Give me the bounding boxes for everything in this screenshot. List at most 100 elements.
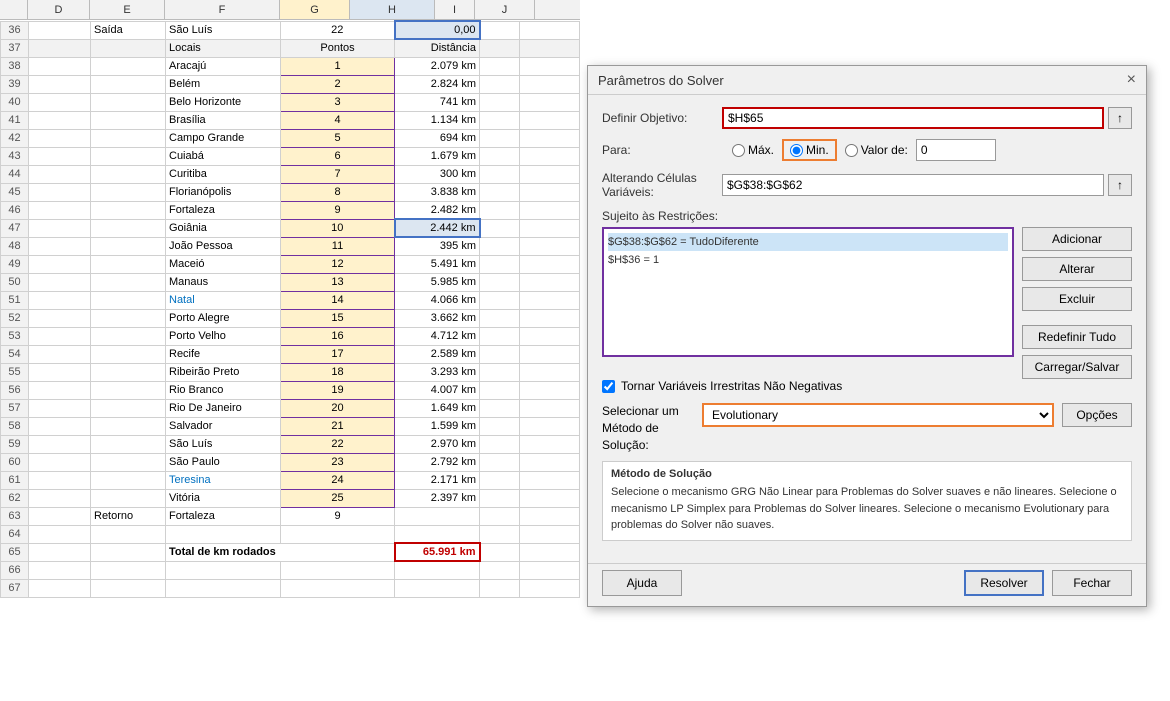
cell-j[interactable] xyxy=(520,39,580,57)
cell-d[interactable] xyxy=(29,435,91,453)
cell-j[interactable] xyxy=(520,93,580,111)
alterando-input[interactable] xyxy=(722,174,1104,196)
cell-j[interactable] xyxy=(520,111,580,129)
cell-e[interactable] xyxy=(91,345,166,363)
cell-f[interactable]: São Luís xyxy=(166,21,281,39)
cell-j[interactable] xyxy=(520,543,580,561)
cell-i[interactable] xyxy=(480,345,520,363)
cell-g[interactable]: 15 xyxy=(281,309,395,327)
cell-e[interactable] xyxy=(91,399,166,417)
cell-d[interactable] xyxy=(29,309,91,327)
cell-h[interactable]: Distância xyxy=(395,39,480,57)
cell-h[interactable]: 2.171 km xyxy=(395,471,480,489)
cell-e[interactable] xyxy=(91,219,166,237)
cell-e[interactable] xyxy=(91,57,166,75)
cell-d[interactable] xyxy=(29,489,91,507)
cell-h[interactable]: 2.079 km xyxy=(395,57,480,75)
cell-g[interactable] xyxy=(281,561,395,579)
cell-f[interactable]: Locais xyxy=(166,39,281,57)
close-button[interactable]: × xyxy=(1127,72,1136,88)
cell-i[interactable] xyxy=(480,183,520,201)
cell-e[interactable] xyxy=(91,201,166,219)
constraint-item-0[interactable]: $G$38:$G$62 = TudoDiferente xyxy=(608,233,1008,251)
cell-d[interactable] xyxy=(29,345,91,363)
cell-e[interactable] xyxy=(91,579,166,597)
cell-f[interactable]: Fortaleza xyxy=(166,507,281,525)
cell-i[interactable] xyxy=(480,201,520,219)
cell-e[interactable] xyxy=(91,471,166,489)
cell-f[interactable]: Curitiba xyxy=(166,165,281,183)
cell-h[interactable]: 3.293 km xyxy=(395,363,480,381)
cell-e[interactable] xyxy=(91,165,166,183)
cell-h[interactable] xyxy=(395,579,480,597)
opcoes-button[interactable]: Opções xyxy=(1062,403,1132,427)
cell-f[interactable]: Fortaleza xyxy=(166,201,281,219)
constraint-item-1[interactable]: $H$36 = 1 xyxy=(608,254,659,266)
cell-i[interactable] xyxy=(480,21,520,39)
cell-h[interactable]: 1.134 km xyxy=(395,111,480,129)
cell-f[interactable]: Brasília xyxy=(166,111,281,129)
cell-e[interactable] xyxy=(91,75,166,93)
cell-e[interactable]: Saída xyxy=(91,21,166,39)
cell-f[interactable]: Porto Alegre xyxy=(166,309,281,327)
cell-j[interactable] xyxy=(520,525,580,543)
cell-d[interactable] xyxy=(29,75,91,93)
ajuda-button[interactable]: Ajuda xyxy=(602,570,682,596)
cell-j[interactable] xyxy=(520,489,580,507)
cell-d[interactable] xyxy=(29,507,91,525)
cell-d[interactable] xyxy=(29,255,91,273)
cell-f[interactable]: Florianópolis xyxy=(166,183,281,201)
cell-e[interactable] xyxy=(91,435,166,453)
cell-f[interactable]: Salvador xyxy=(166,417,281,435)
cell-h[interactable] xyxy=(395,561,480,579)
cell-i[interactable] xyxy=(480,543,520,561)
cell-i[interactable] xyxy=(480,399,520,417)
radio-max-label[interactable]: Máx. xyxy=(732,143,774,157)
cell-i[interactable] xyxy=(480,561,520,579)
constraints-box[interactable]: $G$38:$G$62 = TudoDiferente $H$36 = 1 xyxy=(602,227,1014,357)
cell-d[interactable] xyxy=(29,399,91,417)
cell-j[interactable] xyxy=(520,309,580,327)
cell-h[interactable]: 5.491 km xyxy=(395,255,480,273)
cell-e[interactable] xyxy=(91,417,166,435)
cell-h[interactable]: 65.991 km xyxy=(395,543,480,561)
cell-e[interactable] xyxy=(91,147,166,165)
radio-min-label[interactable]: Min. xyxy=(782,139,837,161)
cell-g[interactable]: 24 xyxy=(281,471,395,489)
cell-i[interactable] xyxy=(480,129,520,147)
cell-f[interactable]: João Pessoa xyxy=(166,237,281,255)
cell-j[interactable] xyxy=(520,345,580,363)
cell-f[interactable]: Manaus xyxy=(166,273,281,291)
cell-g[interactable]: 2 xyxy=(281,75,395,93)
cell-j[interactable] xyxy=(520,273,580,291)
cell-i[interactable] xyxy=(480,147,520,165)
nao-negativas-checkbox[interactable] xyxy=(602,380,615,393)
cell-i[interactable] xyxy=(480,75,520,93)
cell-j[interactable] xyxy=(520,57,580,75)
cell-g[interactable]: 22 xyxy=(281,435,395,453)
cell-g[interactable]: 16 xyxy=(281,327,395,345)
cell-g[interactable]: 19 xyxy=(281,381,395,399)
cell-g[interactable] xyxy=(281,525,395,543)
cell-f[interactable]: Goiânia xyxy=(166,219,281,237)
cell-f[interactable]: Total de km rodados xyxy=(166,543,395,561)
cell-g[interactable]: 1 xyxy=(281,57,395,75)
cell-j[interactable] xyxy=(520,237,580,255)
cell-i[interactable] xyxy=(480,579,520,597)
cell-d[interactable] xyxy=(29,93,91,111)
cell-g[interactable]: 4 xyxy=(281,111,395,129)
alterar-button[interactable]: Alterar xyxy=(1022,257,1132,281)
cell-f[interactable]: Teresina xyxy=(166,471,281,489)
cell-g[interactable]: 7 xyxy=(281,165,395,183)
cell-g[interactable]: 9 xyxy=(281,201,395,219)
cell-h[interactable]: 2.397 km xyxy=(395,489,480,507)
cell-e[interactable] xyxy=(91,453,166,471)
cell-e[interactable] xyxy=(91,39,166,57)
cell-f[interactable]: Aracajú xyxy=(166,57,281,75)
cell-h[interactable]: 4.712 km xyxy=(395,327,480,345)
cell-d[interactable] xyxy=(29,237,91,255)
cell-d[interactable] xyxy=(29,39,91,57)
cell-f[interactable]: Rio Branco xyxy=(166,381,281,399)
cell-d[interactable] xyxy=(29,57,91,75)
cell-i[interactable] xyxy=(480,111,520,129)
